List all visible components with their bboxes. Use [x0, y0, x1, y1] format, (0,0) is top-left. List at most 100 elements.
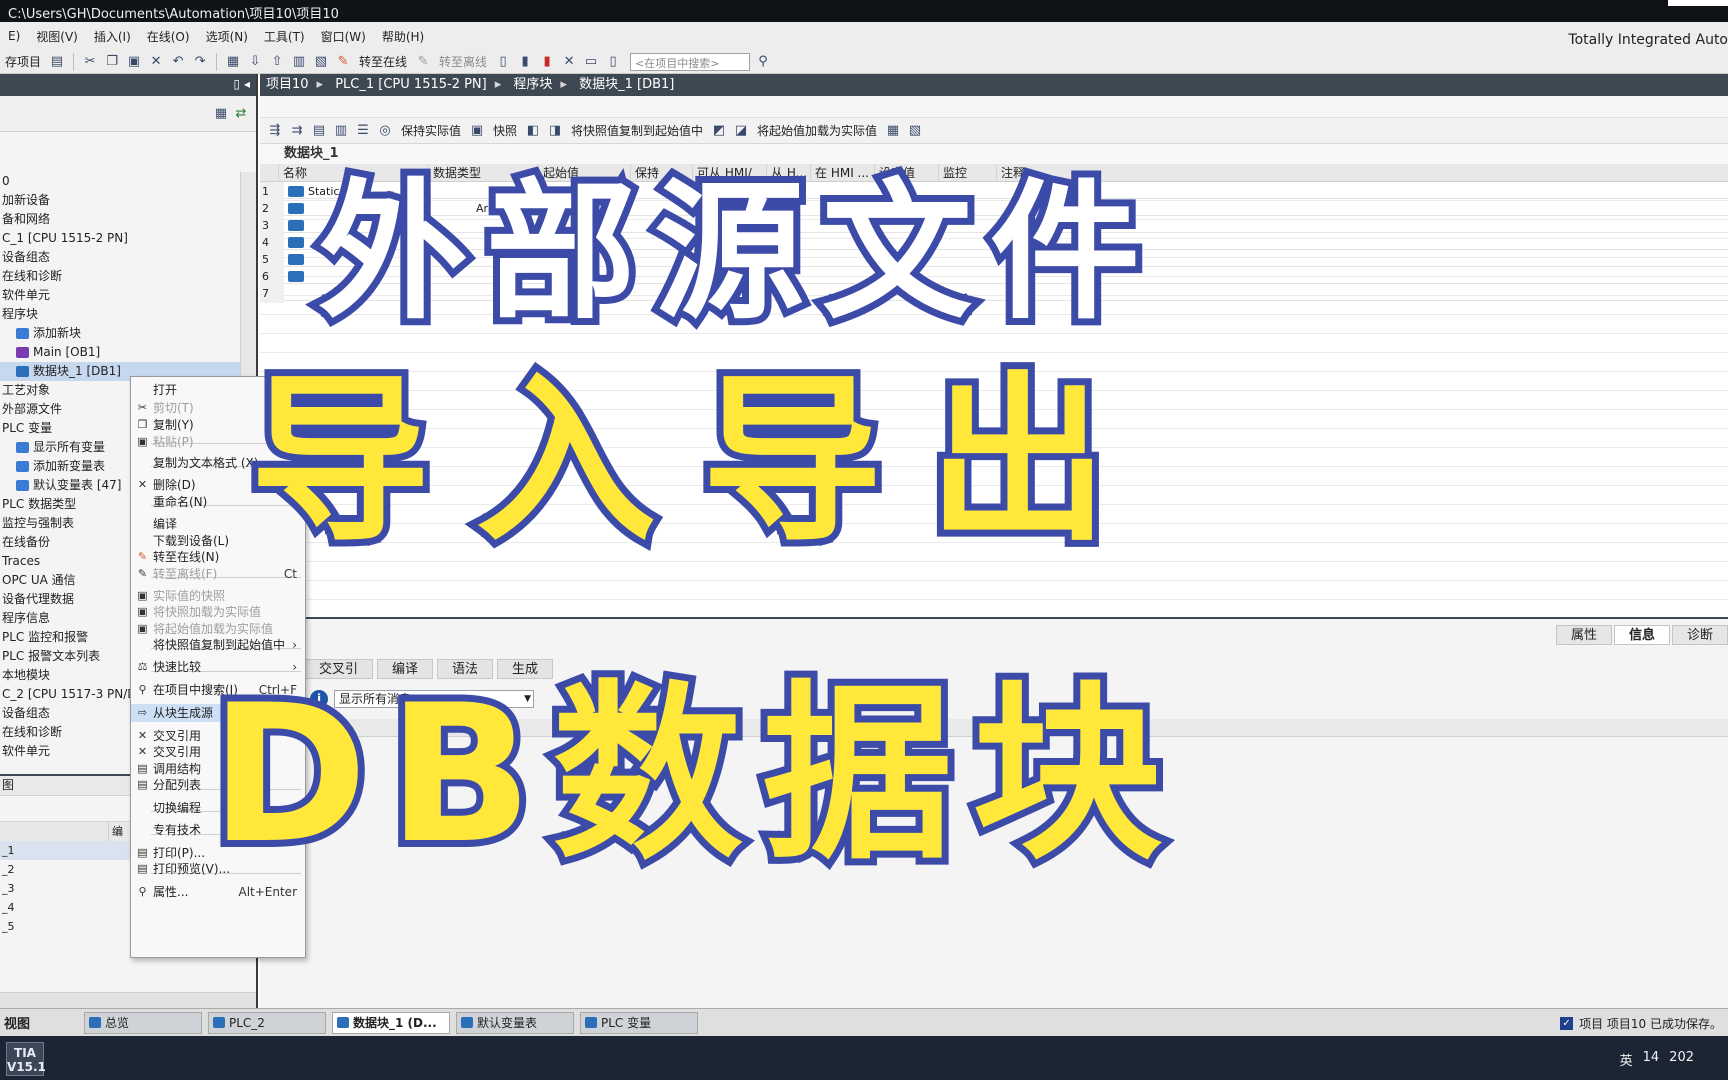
upload-icon[interactable]: ⇧	[268, 53, 286, 71]
context-menu-item[interactable]: ✎ 转至离线(F) Ct	[131, 565, 305, 583]
tab-properties[interactable]: 属性	[1555, 625, 1612, 645]
go-online-icon[interactable]: ✎	[334, 53, 352, 71]
expand-all-icon[interactable]: ▤	[310, 122, 328, 140]
collapse-panel-icon[interactable]: ▯ ◂	[234, 77, 250, 91]
tree-item[interactable]: C_1 [CPU 1515-2 PN]	[0, 229, 240, 248]
add-row-icon[interactable]: ⇉	[288, 122, 306, 140]
menu-help[interactable]: 帮助(H)	[374, 28, 432, 45]
download-icon[interactable]: ⇩	[246, 53, 264, 71]
accessible-devices-icon[interactable]: ▯	[494, 53, 512, 71]
main-toolbar: 存项目 ▤ ✂ ❐ ▣ ✕ ↶ ↷ ▦ ⇩ ⇧ ▥ ▧ ✎ 转至在线 ✎ 转至离…	[0, 50, 1728, 74]
breadcrumb-item[interactable]: PLC_1 [CPU 1515-2 PN]	[335, 77, 487, 92]
paste-icon[interactable]: ▣	[125, 53, 143, 71]
menu-view[interactable]: 视图(V)	[28, 28, 86, 45]
tree-item-label: C_1 [CPU 1515-2 PN]	[2, 231, 128, 245]
tree-item[interactable]: 软件单元	[0, 286, 240, 305]
go-offline-icon[interactable]: ✎	[414, 53, 432, 71]
copy-snapshot-icon[interactable]: ◩	[710, 122, 728, 140]
tree-item[interactable]: 加新设备	[0, 191, 240, 210]
go-online-button[interactable]: 转至在线	[356, 53, 410, 70]
tree-item[interactable]: 0	[0, 172, 240, 191]
clock-time[interactable]: 14	[1643, 1050, 1660, 1069]
tab-diagnostics[interactable]: 诊断	[1671, 625, 1728, 645]
clock-date[interactable]: 202	[1669, 1050, 1694, 1069]
load-start-icon[interactable]: ▦	[884, 122, 902, 140]
status-message[interactable]: 项目 项目10 已成功保存。	[1579, 1015, 1722, 1032]
tree-item[interactable]: Main [OB1]	[0, 343, 240, 362]
tree-item-label: OPC UA 通信	[2, 573, 76, 587]
context-menu-item[interactable]: ⚲ 属性... Alt+Enter	[131, 883, 305, 901]
delete-icon[interactable]: ✕	[147, 53, 165, 71]
tree-item-icon	[16, 328, 29, 339]
compile-icon[interactable]: ▦	[224, 53, 242, 71]
tree-item[interactable]: 程序块	[0, 305, 240, 324]
menu-options[interactable]: 选项(N)	[198, 28, 256, 45]
keep-actual-values-button[interactable]: 保持实际值	[398, 122, 464, 139]
copy-icon[interactable]: ❐	[103, 53, 121, 71]
redo-icon[interactable]: ↷	[191, 53, 209, 71]
load-start-2-icon[interactable]: ▧	[906, 122, 924, 140]
tree-item-label: 数据块_1 [DB1]	[33, 364, 121, 378]
undo-icon[interactable]: ↶	[169, 53, 187, 71]
portal-tab-overview[interactable]: 总览	[84, 1011, 202, 1034]
portal-tab-default-tags[interactable]: 默认变量表	[456, 1011, 574, 1034]
portal-tab-db1[interactable]: 数据块_1 (D...	[332, 1011, 450, 1034]
portal-tab-plc2[interactable]: PLC_2	[208, 1011, 326, 1034]
input-method-indicator[interactable]: 英	[1620, 1050, 1633, 1069]
menu-item-label: 从块生成源	[153, 706, 214, 720]
snapshot-button[interactable]: 快照	[490, 122, 520, 139]
context-menu-item[interactable]: 将快照值复制到起始值中 ›	[131, 636, 305, 654]
context-menu-item[interactable]: ▣ 将快照加载为实际值	[131, 603, 305, 621]
details-scrollbar[interactable]	[0, 992, 256, 1008]
menu-tools[interactable]: 工具(T)	[256, 28, 313, 45]
window-controls[interactable]	[1668, 0, 1728, 6]
breadcrumb-item[interactable]: 数据块_1 [DB1]	[579, 77, 674, 92]
breadcrumb-item[interactable]: 项目10	[266, 77, 309, 92]
search-go-icon[interactable]: ⚲	[754, 53, 772, 71]
menu-edit[interactable]: E)	[0, 29, 28, 43]
copy-snapshot-2-icon[interactable]: ◪	[732, 122, 750, 140]
portal-view-button[interactable]: 视图	[0, 1013, 84, 1032]
list-icon[interactable]: ☰	[354, 122, 372, 140]
tree-item[interactable]: 备和网络	[0, 210, 240, 229]
insert-row-icon[interactable]: ⇶	[266, 122, 284, 140]
simulation-icon[interactable]: ▥	[290, 53, 308, 71]
tab-info[interactable]: 信息	[1613, 625, 1670, 645]
menu-item-icon: ⚖	[137, 660, 148, 673]
tree-item-icon	[16, 366, 29, 377]
breadcrumb-item[interactable]: 程序块	[513, 77, 552, 92]
start-cpu-icon[interactable]: ▮	[516, 53, 534, 71]
snapshot-2-icon[interactable]: ◨	[546, 122, 564, 140]
print-icon[interactable]: ▤	[48, 53, 66, 71]
project-search-input[interactable]: <在项目中搜索>	[630, 52, 751, 71]
split-horizontal-icon[interactable]: ▭	[582, 53, 600, 71]
portal-tab-plc-tags[interactable]: PLC 变量	[580, 1011, 698, 1034]
collapse-all-icon[interactable]: ▥	[332, 122, 350, 140]
tree-item[interactable]: 添加新块	[0, 324, 240, 343]
tree-options-icon[interactable]: ⇄	[232, 104, 250, 122]
stop-cpu-icon[interactable]: ▮	[538, 53, 556, 71]
tree-item[interactable]: 设备组态	[0, 248, 240, 267]
copy-snapshot-button[interactable]: 将快照值复制到起始值中	[568, 122, 706, 139]
monitor-all-icon[interactable]: ◎	[376, 122, 394, 140]
menu-item-icon: ❐	[137, 418, 148, 431]
tree-item-label: 监控与强制表	[2, 516, 75, 530]
menu-online[interactable]: 在线(O)	[139, 28, 198, 45]
monitor-icon[interactable]: ▧	[312, 53, 330, 71]
load-start-values-button[interactable]: 将起始值加载为实际值	[754, 122, 880, 139]
go-offline-button[interactable]: 转至离线	[436, 53, 490, 70]
keep-actual-icon[interactable]: ▣	[468, 122, 486, 140]
menu-window[interactable]: 窗口(W)	[313, 28, 374, 45]
menu-insert[interactable]: 插入(I)	[86, 28, 139, 45]
split-vertical-icon[interactable]: ▯	[604, 53, 622, 71]
db-element-icon	[288, 254, 304, 265]
tree-item[interactable]: 在线和诊断	[0, 267, 240, 286]
close-editor-icon[interactable]: ✕	[560, 53, 578, 71]
tia-portal-app-icon[interactable]: TIA V15.1	[6, 1042, 46, 1076]
menu-item-label: 交叉引用	[153, 729, 202, 743]
cut-icon[interactable]: ✂	[81, 53, 99, 71]
table-view-icon[interactable]: ▦	[212, 104, 230, 122]
save-project-button[interactable]: 存项目	[2, 53, 44, 70]
menu-bar: E) 视图(V) 插入(I) 在线(O) 选项(N) 工具(T) 窗口(W) 帮…	[0, 22, 1728, 50]
snapshot-icon[interactable]: ◧	[524, 122, 542, 140]
